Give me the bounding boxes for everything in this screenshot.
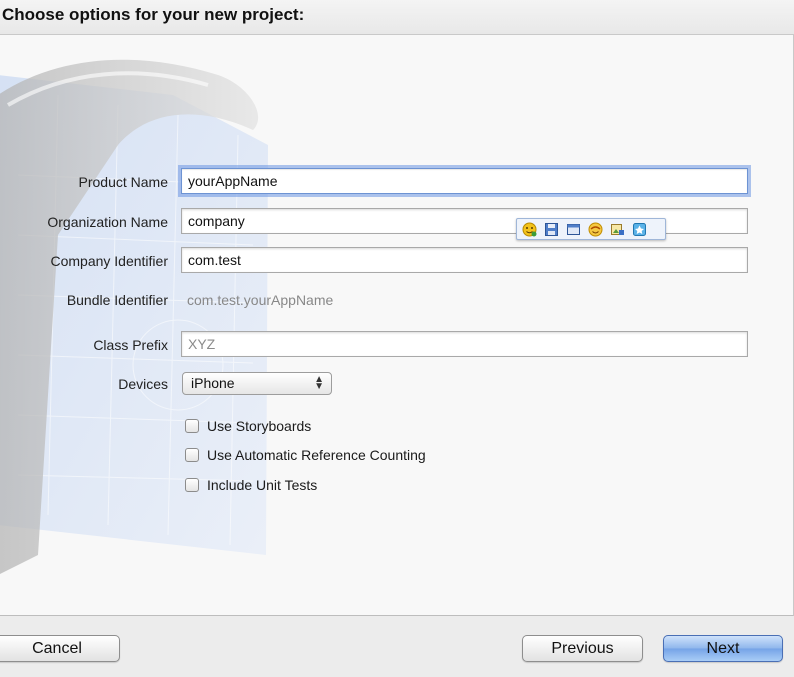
include-unit-tests-checkbox-row[interactable]: Include Unit Tests [185, 477, 317, 493]
company-identifier-field[interactable]: com.test [181, 247, 748, 273]
window-icon[interactable] [566, 222, 581, 237]
devices-label: Devices [118, 376, 168, 392]
use-storyboards-checkbox-row[interactable]: Use Storyboards [185, 418, 311, 434]
devices-selected-value: iPhone [191, 375, 235, 391]
image-edit-icon[interactable] [610, 222, 625, 237]
organization-name-label: Organization Name [47, 214, 168, 230]
next-button[interactable]: Next [663, 635, 783, 662]
emoji-icon[interactable] [588, 222, 603, 237]
options-panel [0, 34, 794, 616]
xcode-hammer-blueprint-artwork [0, 59, 268, 574]
floating-toolbar [516, 218, 666, 240]
company-identifier-label: Company Identifier [50, 253, 168, 269]
use-arc-checkbox[interactable] [185, 448, 199, 462]
bundle-identifier-label: Bundle Identifier [66, 292, 168, 308]
bookmark-icon[interactable] [632, 222, 647, 237]
include-unit-tests-checkbox[interactable] [185, 478, 199, 492]
use-arc-checkbox-row[interactable]: Use Automatic Reference Counting [185, 447, 426, 463]
class-prefix-label: Class Prefix [93, 337, 168, 353]
dialog-header: Choose options for your new project: [0, 0, 794, 34]
class-prefix-field[interactable]: XYZ [181, 331, 748, 357]
bundle-identifier-value: com.test.yourAppName [187, 292, 334, 308]
use-storyboards-label: Use Storyboards [207, 418, 312, 434]
previous-button[interactable]: Previous [522, 635, 643, 662]
product-name-field[interactable]: yourAppName [181, 168, 748, 194]
save-icon[interactable] [544, 222, 559, 237]
popup-arrows-icon: ▲ ▼ [314, 374, 324, 392]
devices-popup[interactable]: iPhone ▲ ▼ [182, 372, 332, 395]
include-unit-tests-label: Include Unit Tests [207, 477, 318, 493]
cancel-button[interactable]: Cancel [0, 635, 120, 662]
product-name-label: Product Name [78, 174, 168, 190]
page-title: Choose options for your new project: [2, 5, 305, 24]
use-storyboards-checkbox[interactable] [185, 419, 199, 433]
smiley-plus-icon[interactable] [522, 222, 537, 237]
use-arc-label: Use Automatic Reference Counting [207, 447, 426, 463]
